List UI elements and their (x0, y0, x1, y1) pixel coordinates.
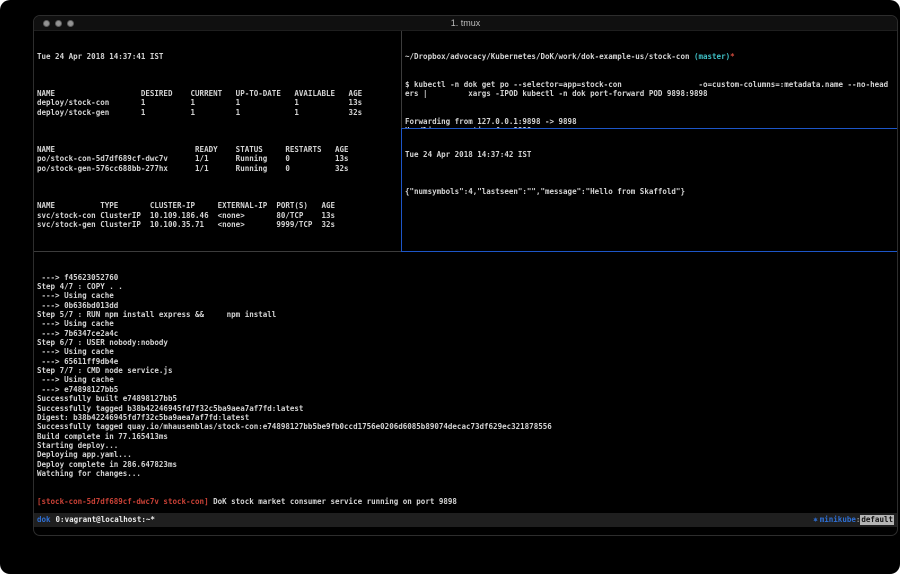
close-button[interactable] (43, 20, 50, 27)
status-right: ⎈ minikube : default (813, 515, 894, 524)
stock-con-log-line: [stock-con-5d7df689cf-dwc7v stock-con] Do… (37, 497, 897, 506)
active-pane-border-top[interactable] (402, 128, 898, 129)
port-forward-output: Forwarding from 127.0.0.1:9898 -> 9898 H… (405, 117, 897, 128)
tmux-status-bar: dok 0:vagrant@localhost:~* ⎈ minikube : … (34, 513, 897, 527)
terminal-window: 1. tmux Tue 24 Apr 2018 14:37:41 IST NAM… (33, 15, 898, 536)
shell-prompt-line: ~/Dropbox/advocacy/Kubernetes/DoK/work/d… (405, 52, 897, 61)
git-dirty-marker: * (730, 52, 735, 61)
active-pane-border-bottom[interactable] (402, 251, 898, 252)
pane-kubectl-watch[interactable]: Tue 24 Apr 2018 14:37:41 IST NAME DESIRE… (34, 31, 401, 251)
desktop-background: 1. tmux Tue 24 Apr 2018 14:37:41 IST NAM… (0, 0, 900, 574)
zoom-button[interactable] (67, 20, 74, 27)
kube-namespace: default (860, 515, 894, 524)
current-directory: ~/Dropbox/advocacy/Kubernetes/DoK/work/d… (405, 52, 689, 61)
pod-log-prefix: [stock-con-5d7df689cf-dwc7v stock-con] (37, 497, 209, 506)
response-timestamp: Tue 24 Apr 2018 14:37:42 IST (405, 150, 897, 159)
watch-timestamp: Tue 24 Apr 2018 14:37:41 IST (37, 52, 401, 61)
minimize-button[interactable] (55, 20, 62, 27)
helm-wheel-icon: ⎈ (813, 515, 818, 524)
pane-skaffold-log[interactable]: ---> f45623052760 Step 4/7 : COPY . . --… (34, 252, 897, 513)
window-titlebar[interactable]: 1. tmux (34, 16, 897, 31)
session-name: dok (37, 515, 51, 524)
kube-context: minikube (820, 515, 856, 524)
pane-port-forward[interactable]: ~/Dropbox/advocacy/Kubernetes/DoK/work/d… (402, 31, 897, 128)
pane-service-response[interactable]: Tue 24 Apr 2018 14:37:42 IST {"numsymbol… (402, 129, 897, 251)
git-branch-label: (master) (694, 52, 730, 61)
pods-table: NAME READY STATUS RESTARTS AGE po/stock-… (37, 145, 401, 173)
services-table: NAME TYPE CLUSTER-IP EXTERNAL-IP PORT(S)… (37, 201, 401, 229)
pane-divider-vertical[interactable] (401, 31, 402, 129)
traffic-lights (43, 20, 74, 27)
window-title: 1. tmux (34, 16, 897, 31)
service-json-response: {"numsymbols":4,"lastseen":"","message":… (405, 187, 897, 196)
active-pane-border-left[interactable] (401, 128, 402, 252)
pod-log-message: DoK stock market consumer service runnin… (213, 497, 457, 506)
pane-divider-horizontal[interactable] (34, 251, 401, 252)
status-window-item[interactable]: 0:vagrant@localhost:~* (56, 515, 155, 524)
deployments-table: NAME DESIRED CURRENT UP-TO-DATE AVAILABL… (37, 89, 401, 117)
docker-build-log: ---> f45623052760 Step 4/7 : COPY . . --… (37, 273, 897, 479)
kubectl-command: $ kubectl -n dok get po --selector=app=s… (405, 80, 897, 99)
